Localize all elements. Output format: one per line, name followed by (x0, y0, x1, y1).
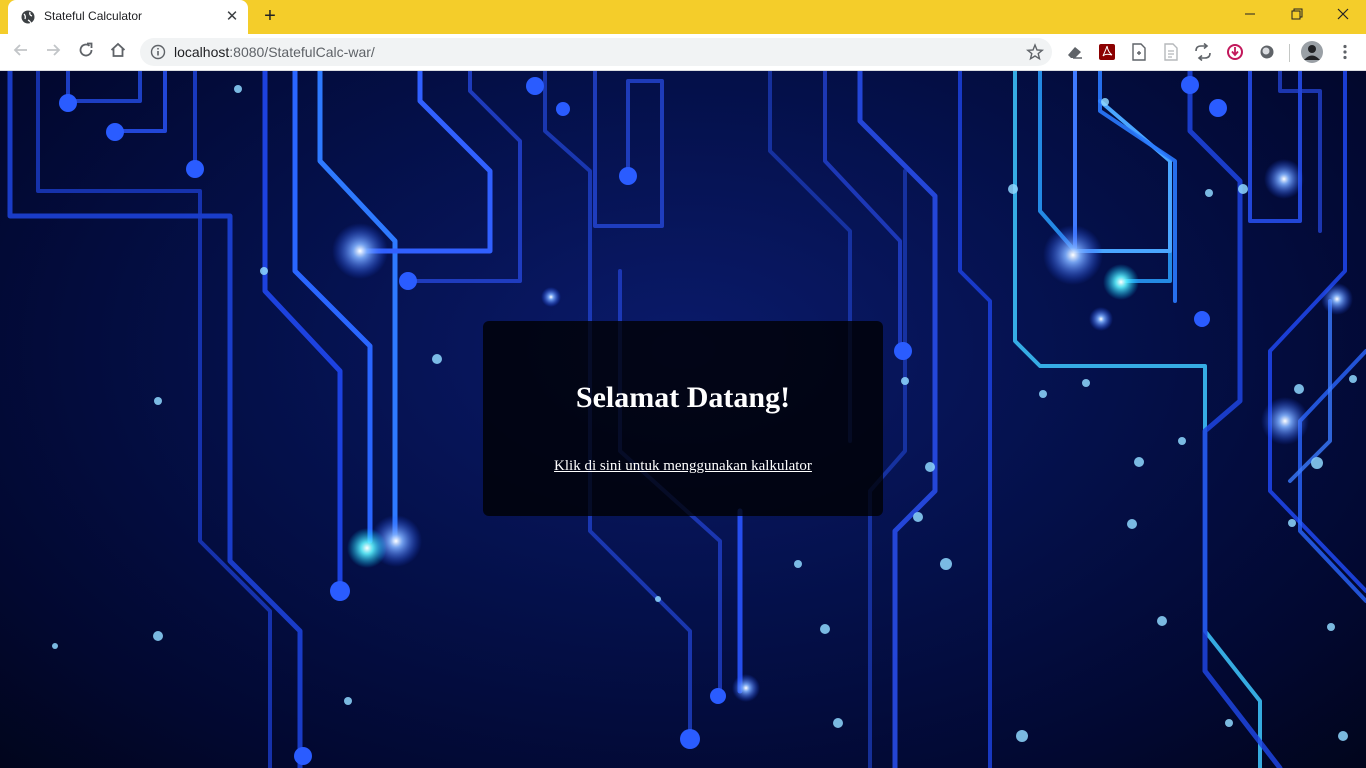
toolbar-separator (1289, 44, 1290, 62)
circle-extension-icon[interactable] (1258, 43, 1276, 61)
arrow-left-icon (13, 44, 27, 56)
minimize-icon (1245, 13, 1255, 15)
document-extension-icon[interactable] (1162, 43, 1180, 61)
translate-extension-icon[interactable] (1194, 43, 1212, 61)
new-tab-button[interactable]: + (260, 6, 280, 26)
welcome-card: Selamat Datang! Klik di sini untuk mengg… (483, 321, 883, 516)
address-bar[interactable]: localhost:8080/StatefulCalc-war/ (140, 38, 1052, 66)
url-text: localhost:8080/StatefulCalc-war/ (174, 44, 375, 60)
eraser-extension-icon[interactable] (1066, 43, 1084, 61)
bookmark-star-icon[interactable] (1026, 43, 1044, 61)
restore-icon (1291, 8, 1303, 20)
minimize-window-button[interactable] (1238, 4, 1262, 26)
welcome-heading: Selamat Datang! (575, 381, 791, 414)
close-window-button[interactable] (1331, 4, 1355, 26)
page-extension-icon[interactable] (1130, 43, 1148, 61)
calculator-link[interactable]: Klik di sini untuk menggunakan kalkulato… (483, 458, 883, 475)
arrow-right-icon (47, 44, 61, 56)
browser-toolbar: localhost:8080/StatefulCalc-war/ (0, 34, 1366, 71)
profile-avatar[interactable] (1300, 40, 1324, 64)
close-tab-icon[interactable]: ✕ (224, 9, 240, 25)
globe-icon (21, 10, 35, 24)
tab-stateful-calculator[interactable]: Stateful Calculator ✕ (8, 0, 248, 34)
url-path: :8080/StatefulCalc-war/ (229, 44, 375, 60)
more-menu-icon[interactable] (1336, 43, 1354, 61)
url-host: localhost (174, 44, 230, 60)
reload-button[interactable] (75, 41, 97, 63)
home-icon (110, 42, 126, 57)
page-viewport: Selamat Datang! Klik di sini untuk mengg… (0, 71, 1366, 768)
info-icon[interactable] (150, 44, 166, 60)
tab-strip: Stateful Calculator ✕ + (0, 0, 1366, 34)
tab-title: Stateful Calculator (44, 9, 143, 23)
pdf-extension-icon[interactable] (1098, 43, 1116, 61)
reload-icon (79, 42, 93, 57)
restore-window-button[interactable] (1285, 4, 1309, 26)
download-extension-icon[interactable] (1226, 43, 1244, 61)
home-button[interactable] (107, 41, 129, 63)
back-button[interactable] (10, 41, 32, 63)
forward-button[interactable] (42, 41, 64, 63)
close-icon (1337, 8, 1349, 20)
